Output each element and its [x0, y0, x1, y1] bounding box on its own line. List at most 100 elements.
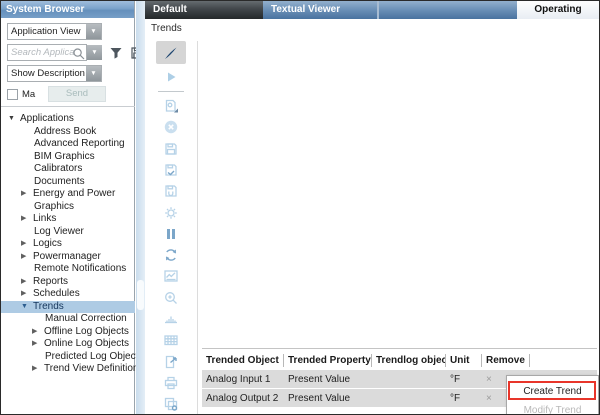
edit-pen-icon [162, 44, 180, 62]
print-button[interactable] [156, 373, 186, 392]
expander-down-icon[interactable]: ▼ [8, 113, 20, 126]
search-input-wrap [7, 44, 87, 61]
tree-item-trends[interactable]: ▼Trends [1, 301, 135, 314]
play-button[interactable] [156, 67, 186, 86]
search-icon [72, 47, 85, 60]
expander-right-icon[interactable]: ▶ [21, 213, 33, 226]
tree-item-energy-and-power[interactable]: ▶Energy and Power [1, 188, 135, 201]
axis-scale-button[interactable] [156, 309, 186, 328]
view-selector-value: Application View [8, 24, 86, 39]
tree-item-advanced-reporting[interactable]: Advanced Reporting [1, 138, 135, 151]
tab-textual-viewer[interactable]: Textual Viewer [263, 1, 377, 19]
table-top-divider [202, 348, 597, 349]
view-selector[interactable]: Application View ▼ [7, 23, 102, 40]
system-browser-panel: System Browser Application View ▼ ▼ [1, 1, 135, 415]
tree-item-bim-graphics[interactable]: BIM Graphics [1, 151, 135, 164]
panel-title: System Browser [1, 1, 134, 18]
expander-right-icon[interactable]: ▶ [21, 251, 33, 264]
cell-trended-object: Analog Output 2 [202, 393, 284, 404]
expander-right-icon[interactable]: ▶ [32, 338, 44, 351]
cell-unit: °F [446, 374, 482, 385]
copy-settings-icon [162, 395, 180, 413]
cell-trended-property: Present Value [284, 393, 372, 404]
tree-item-powermanager[interactable]: ▶Powermanager [1, 251, 135, 264]
edit-pen-button[interactable] [156, 41, 186, 64]
save-button[interactable] [156, 139, 186, 158]
save-all-icon [162, 182, 180, 200]
send-button[interactable]: Send [48, 86, 106, 102]
expander-down-icon[interactable]: ▼ [21, 301, 33, 314]
tree-item-reports[interactable]: ▶Reports [1, 276, 135, 289]
settings-gear-button[interactable] [156, 203, 186, 222]
expander-right-icon[interactable]: ▶ [21, 288, 33, 301]
column-header-trended-object[interactable]: Trended Object [202, 354, 284, 367]
cancel-button[interactable] [156, 118, 186, 137]
panel-scrollbar[interactable] [136, 1, 145, 415]
chevron-down-icon[interactable]: ▼ [86, 66, 101, 81]
column-header-trendlog-object[interactable]: Trendlog object [372, 354, 446, 367]
refresh-button[interactable] [156, 246, 186, 265]
tree-item-offline-log-objects[interactable]: ▶Offline Log Objects [1, 326, 135, 339]
chevron-down-icon[interactable]: ▼ [86, 24, 101, 39]
breadcrumb: Trends [151, 23, 182, 34]
divider [1, 106, 135, 107]
new-trend-document-button[interactable] [156, 96, 186, 115]
tree-item-manual-correction[interactable]: Manual Correction [1, 313, 135, 326]
application-tree: ▼Applications Address Book Advanced Repo… [1, 113, 135, 376]
tree-item-graphics[interactable]: Graphics [1, 201, 135, 214]
save-icon [162, 140, 180, 158]
save-all-button[interactable] [156, 182, 186, 201]
scrollbar-thumb[interactable] [137, 280, 144, 310]
filter-icon[interactable] [109, 46, 123, 60]
tab-default[interactable]: Default [145, 1, 263, 19]
column-header-remove[interactable]: Remove [482, 354, 530, 367]
tree-item-remote-notifications[interactable]: Remote Notifications [1, 263, 135, 276]
export-document-button[interactable] [156, 352, 186, 371]
toolbar-divider [197, 41, 198, 415]
tree-item-online-log-objects[interactable]: ▶Online Log Objects [1, 338, 135, 351]
zoom-in-icon [162, 289, 180, 307]
column-header-unit[interactable]: Unit [446, 354, 482, 367]
print-icon [162, 374, 180, 392]
manual-checkbox-label: Ma [22, 89, 36, 100]
cell-trended-object: Analog Input 1 [202, 374, 284, 385]
trend-chart-button[interactable] [156, 267, 186, 286]
zoom-in-button[interactable] [156, 288, 186, 307]
table-header: Trended Object Trended Property Trendlog… [202, 352, 597, 369]
tree-item-address-book[interactable]: Address Book [1, 126, 135, 139]
expander-right-icon[interactable]: ▶ [32, 326, 44, 339]
tree-item-predicted-log-objects[interactable]: Predicted Log Objects [1, 351, 135, 364]
axis-scale-icon [162, 310, 180, 328]
tab-bar: Default Textual Viewer Operating [145, 1, 599, 19]
tree-item-documents[interactable]: Documents [1, 176, 135, 189]
menu-item-create-trend[interactable]: Create Trend [507, 382, 598, 401]
expander-right-icon[interactable]: ▶ [21, 276, 33, 289]
pause-button[interactable] [156, 224, 186, 243]
expander-right-icon[interactable]: ▶ [21, 238, 33, 251]
tree-item-applications[interactable]: ▼Applications [1, 113, 135, 126]
tree-item-trend-view-definitions[interactable]: ▶Trend View Definitions [1, 363, 135, 376]
description-selector[interactable]: Show Description ▼ [7, 65, 102, 82]
trend-chart-icon [162, 267, 180, 285]
tree-item-calibrators[interactable]: Calibrators [1, 163, 135, 176]
context-menu: Create Trend Modify Trend [506, 375, 599, 415]
tree-item-logics[interactable]: ▶Logics [1, 238, 135, 251]
toolbar-separator [158, 91, 184, 92]
app-window: System Browser Application View ▼ ▼ [0, 0, 600, 415]
save-as-button[interactable] [156, 160, 186, 179]
tree-item-schedules[interactable]: ▶Schedules [1, 288, 135, 301]
save-as-icon [162, 161, 180, 179]
tree-item-links[interactable]: ▶Links [1, 213, 135, 226]
tab-bar-filler [379, 1, 517, 19]
search-dropdown-icon[interactable]: ▼ [87, 45, 102, 60]
column-header-trended-property[interactable]: Trended Property [284, 354, 372, 367]
tab-operating[interactable]: Operating [517, 1, 599, 19]
tree-item-log-viewer[interactable]: Log Viewer [1, 226, 135, 239]
copy-settings-button[interactable] [156, 395, 186, 414]
manual-checkbox[interactable] [7, 89, 18, 100]
grid-table-button[interactable] [156, 331, 186, 350]
cell-trended-property: Present Value [284, 374, 372, 385]
expander-right-icon[interactable]: ▶ [21, 188, 33, 201]
trend-toolbar [145, 41, 197, 415]
expander-right-icon[interactable]: ▶ [32, 363, 44, 376]
